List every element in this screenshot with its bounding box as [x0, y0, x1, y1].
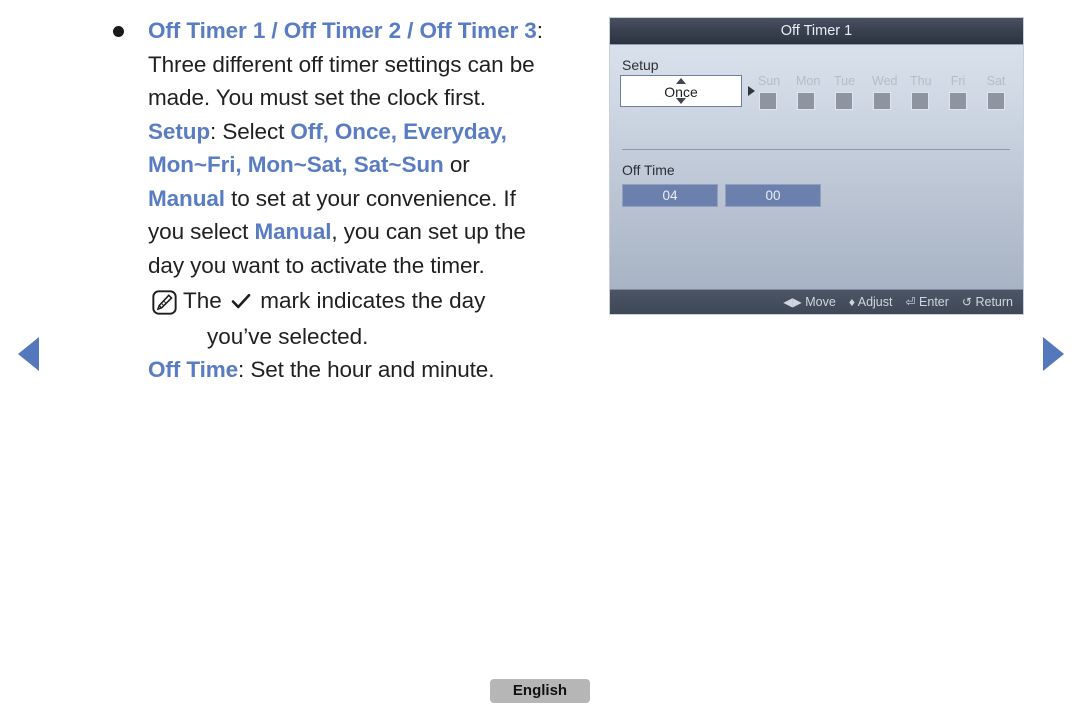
day-label-fri: Fri — [950, 74, 966, 88]
day-cell-fri[interactable]: Fri — [948, 73, 968, 110]
manual-rest-text: to set at your convenience. If — [224, 185, 516, 211]
footer-adjust-item: ♦ Adjust — [849, 295, 893, 309]
manual-description-line-2: you select Manual, you can set up the — [148, 215, 604, 249]
heading-off-timer-label: Off Timer 1 / Off Timer 2 / Off Timer 3 — [148, 18, 537, 43]
day-checkbox-wed[interactable] — [873, 92, 891, 110]
offtime-description: Off Time: Set the hour and minute. — [148, 353, 604, 387]
day-checkbox-mon[interactable] — [797, 92, 815, 110]
heading-paragraph: Off Timer 1 / Off Timer 2 / Off Timer 3: — [148, 14, 604, 48]
setup-description-line-2: Mon~Fri, Mon~Sat, Sat~Sun or — [148, 148, 604, 182]
offtime-hour-field[interactable]: 04 — [622, 184, 718, 207]
osd-day-selector: Sun Mon Tue Wed Thu Fri Sat — [758, 73, 1006, 110]
setup-or-text: or — [443, 152, 470, 177]
body-line-1: Three different off timer settings can b… — [148, 51, 535, 77]
osd-title-bar: Off Timer 1 — [610, 18, 1023, 45]
setup-term-label: Setup — [148, 118, 211, 144]
adjust-arrows-icon: ♦ — [848, 295, 855, 309]
offtime-description-block: Off Time: Set the hour and minute. — [108, 353, 604, 387]
note-text-line-2: you’ve selected. — [207, 323, 369, 349]
bullet-dot-icon — [113, 26, 124, 37]
day-label-sat: Sat — [986, 74, 1006, 88]
day-checkbox-tue[interactable] — [835, 92, 853, 110]
day-label-tue: Tue — [834, 74, 856, 88]
setup-options-label: Off, Once, Everyday, — [290, 118, 507, 144]
body-line-2: made. You must set the clock first. — [148, 85, 486, 110]
manual-term-label: Manual — [148, 185, 225, 211]
footer-move-item: ◀▶ Move — [783, 295, 836, 309]
note-block: The mark indicates the day you’ve select… — [108, 284, 604, 353]
note-post-text: mark indicates the day — [254, 288, 486, 313]
osd-panel: Off Timer 1 Setup Once Sun Mon Tue Wed T… — [610, 18, 1023, 314]
day-cell-sat[interactable]: Sat — [986, 73, 1006, 110]
footer-enter-label: Enter — [919, 295, 949, 309]
osd-offtime-fields: 04 00 — [622, 184, 821, 207]
offtime-minute-field[interactable]: 00 — [725, 184, 821, 207]
setup-description-line-1: Setup: Select Off, Once, Everyday, — [148, 115, 604, 149]
day-label-thu: Thu — [910, 74, 932, 88]
manual-term-label-2: Manual — [254, 219, 332, 244]
offtime-term-label: Off Time — [148, 357, 239, 382]
enter-key-icon: ⏎ — [905, 295, 916, 309]
chevron-right-icon — [748, 86, 755, 96]
osd-setup-label: Setup — [622, 57, 659, 73]
bullet-item-off-timer: Off Timer 1 / Off Timer 2 / Off Timer 3:… — [108, 14, 604, 282]
osd-footer-bar: ◀▶ Move ♦ Adjust ⏎ Enter ↺ Return — [610, 289, 1023, 314]
offtime-rest-text: : Set the hour and minute. — [238, 357, 495, 382]
day-checkbox-fri[interactable] — [949, 92, 967, 110]
move-arrows-icon: ◀▶ — [783, 295, 802, 309]
language-button[interactable]: English — [490, 679, 590, 703]
day-checkbox-sat[interactable] — [987, 92, 1005, 110]
manual-line2-pre: you select — [148, 219, 255, 244]
spinner-down-icon[interactable] — [676, 98, 686, 104]
day-label-mon: Mon — [796, 74, 821, 88]
osd-divider — [622, 149, 1010, 150]
heading-colon: : — [536, 18, 543, 43]
footer-enter-item: ⏎ Enter — [905, 295, 948, 309]
day-label-wed: Wed — [872, 74, 898, 88]
manual-line2-post: , you can set up the — [331, 219, 526, 244]
footer-adjust-label: Adjust — [857, 295, 893, 309]
note-text-line-1: The mark indicates the day — [148, 284, 604, 320]
manual-description-line-1: Manual to set at your convenience. If — [148, 182, 604, 216]
previous-page-arrow[interactable] — [18, 337, 39, 371]
osd-offtime-label: Off Time — [622, 162, 675, 178]
manual-description-line-3: day you want to activate the timer. — [148, 252, 485, 278]
footer-return-label: Return — [975, 295, 1013, 309]
footer-move-label: Move — [805, 295, 836, 309]
spinner-up-icon[interactable] — [676, 78, 686, 84]
note-pre-text: The — [183, 288, 229, 313]
next-page-arrow[interactable] — [1043, 337, 1064, 371]
osd-setup-dropdown[interactable]: Once — [620, 75, 742, 107]
day-cell-sun[interactable]: Sun — [758, 73, 781, 110]
setup-select-text: : Select — [210, 118, 291, 144]
day-cell-mon[interactable]: Mon — [796, 73, 821, 110]
setup-options-label-2: Mon~Fri, Mon~Sat, Sat~Sun — [148, 152, 444, 177]
day-cell-thu[interactable]: Thu — [910, 73, 932, 110]
day-cell-wed[interactable]: Wed — [872, 73, 898, 110]
day-checkbox-thu[interactable] — [911, 92, 929, 110]
day-cell-tue[interactable]: Tue — [834, 73, 856, 110]
note-pencil-icon — [152, 290, 177, 315]
footer-return-item: ↺ Return — [962, 295, 1013, 309]
checkmark-icon — [231, 286, 251, 320]
return-arrow-icon: ↺ — [961, 295, 972, 309]
day-checkbox-sun[interactable] — [759, 92, 777, 110]
instruction-text-column: Off Timer 1 / Off Timer 2 / Off Timer 3:… — [108, 14, 604, 387]
osd-body: Setup Once Sun Mon Tue Wed Thu Fri Sat O… — [610, 45, 1023, 290]
day-label-sun: Sun — [758, 74, 781, 88]
